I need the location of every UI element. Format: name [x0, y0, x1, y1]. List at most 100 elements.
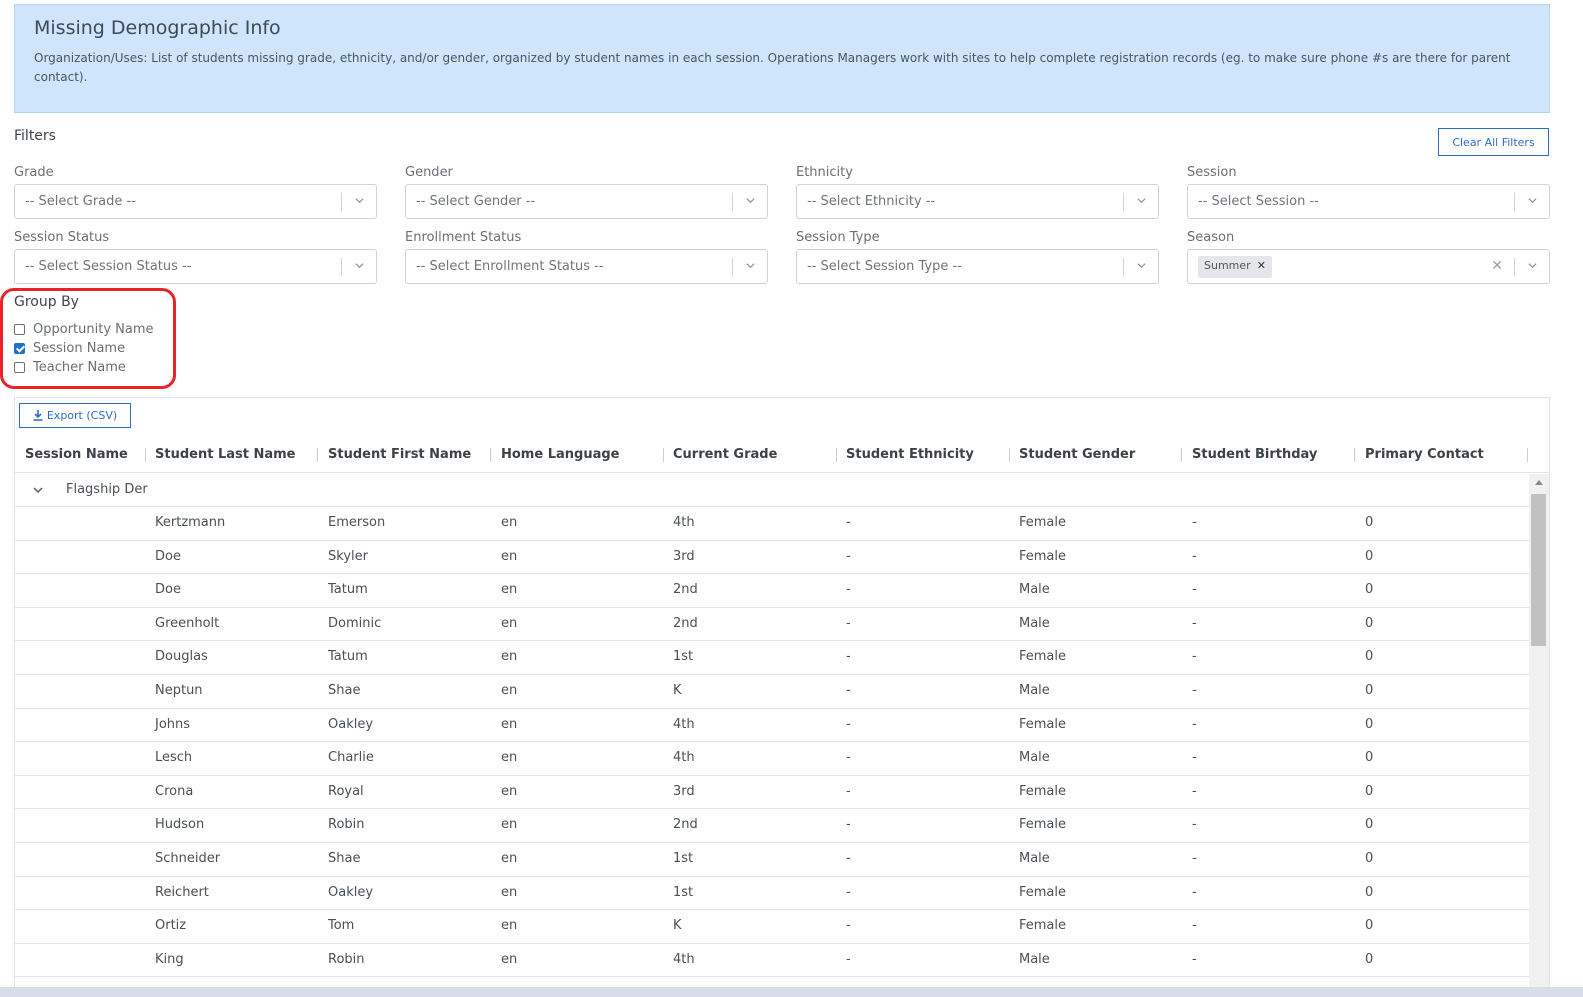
column-header-student-first-name[interactable]: Student First Name — [328, 438, 471, 473]
season-select[interactable]: Summer ✕ ✕ — [1187, 249, 1550, 284]
cell-gender: Female — [1019, 817, 1067, 833]
cell-first-name: Tatum — [328, 649, 368, 665]
grid-rows: Kertzmann Emerson en 4th - Female - 0 Doe Skyler e… — [15, 507, 1529, 978]
column-header-student-birthday[interactable]: Student Birthday — [1192, 438, 1317, 473]
column-separator[interactable] — [1009, 448, 1010, 462]
checkbox[interactable] — [14, 362, 25, 373]
table-row[interactable]: Kertzmann Emerson en 4th - Female - 0 — [15, 507, 1529, 541]
cell-last-name: Ortiz — [155, 918, 187, 934]
cell-primary-contact: 0 — [1365, 649, 1374, 665]
clear-all-filters-button[interactable]: Clear All Filters — [1438, 128, 1549, 156]
table-row[interactable]: King Robin en 4th - Male - 0 — [15, 944, 1529, 978]
table-row[interactable]: Doe Skyler en 3rd - Female - 0 — [15, 541, 1529, 575]
cell-birthday: - — [1192, 615, 1197, 631]
chevron-down-icon[interactable] — [1137, 261, 1146, 270]
cell-last-name: Reichert — [155, 884, 209, 900]
column-separator[interactable] — [1354, 448, 1355, 462]
cell-home-language: en — [501, 817, 518, 833]
cell-first-name: Robin — [328, 817, 365, 833]
table-row[interactable]: Greenholt Dominic en 2nd - Male - 0 — [15, 608, 1529, 642]
cell-birthday: - — [1192, 951, 1197, 967]
group-row[interactable]: Flagship Der — [15, 474, 1529, 507]
cell-gender: Male — [1019, 682, 1050, 698]
season-label: Season — [1187, 230, 1235, 245]
column-header-current-grade[interactable]: Current Grade — [673, 438, 777, 473]
gender-select[interactable]: -- Select Gender -- — [405, 184, 768, 219]
chevron-down-icon[interactable] — [1528, 261, 1537, 270]
chevron-down-icon[interactable] — [746, 196, 755, 205]
remove-chip-icon[interactable]: ✕ — [1257, 259, 1266, 272]
scroll-up-arrow-icon[interactable] — [1535, 480, 1543, 485]
grade-select[interactable]: -- Select Grade -- — [14, 184, 377, 219]
cell-last-name: Lesch — [155, 750, 193, 766]
table-row[interactable]: Reichert Oakley en 1st - Female - 0 — [15, 877, 1529, 911]
grade-label: Grade — [14, 165, 54, 180]
enrollment-status-select[interactable]: -- Select Enrollment Status -- — [405, 249, 768, 284]
session-type-select[interactable]: -- Select Session Type -- — [796, 249, 1159, 284]
session-status-select[interactable]: -- Select Session Status -- — [14, 249, 377, 284]
chevron-down-icon[interactable] — [33, 485, 43, 495]
select-divider — [1514, 258, 1515, 276]
cell-gender: Male — [1019, 582, 1050, 598]
chevron-down-icon[interactable] — [1137, 196, 1146, 205]
column-separator[interactable] — [490, 448, 491, 462]
column-separator[interactable] — [1527, 448, 1528, 462]
column-header-student-ethnicity[interactable]: Student Ethnicity — [846, 438, 974, 473]
table-row[interactable]: Ortiz Tom en K - Female - 0 — [15, 910, 1529, 944]
cell-first-name: Charlie — [328, 750, 374, 766]
column-separator[interactable] — [663, 448, 664, 462]
group-by-opportunity-name[interactable]: Opportunity Name — [14, 322, 154, 337]
ethnicity-select[interactable]: -- Select Ethnicity -- — [796, 184, 1159, 219]
taskbar-strip — [0, 987, 1583, 997]
clear-selection-icon[interactable]: ✕ — [1491, 258, 1503, 274]
chevron-down-icon[interactable] — [355, 261, 364, 270]
checkbox-checked[interactable] — [14, 343, 25, 354]
cell-current-grade: 2nd — [673, 582, 698, 598]
table-row[interactable]: Douglas Tatum en 1st - Female - 0 — [15, 641, 1529, 675]
cell-first-name: Oakley — [328, 884, 374, 900]
column-header-session-name[interactable]: Session Name — [25, 438, 128, 473]
export-csv-button[interactable]: Export (CSV) — [19, 403, 131, 428]
chevron-down-icon[interactable] — [355, 196, 364, 205]
column-header-student-gender[interactable]: Student Gender — [1019, 438, 1135, 473]
table-row[interactable]: Neptun Shae en K - Male - 0 — [15, 675, 1529, 709]
session-type-label: Session Type — [796, 230, 880, 245]
cell-current-grade: 2nd — [673, 817, 698, 833]
cell-first-name: Oakley — [328, 716, 374, 732]
cell-first-name: Skyler — [328, 548, 368, 564]
cell-ethnicity: - — [846, 750, 851, 766]
checkbox[interactable] — [14, 324, 25, 335]
cell-current-grade: 1st — [673, 884, 694, 900]
chevron-down-icon[interactable] — [1528, 196, 1537, 205]
cell-birthday: - — [1192, 918, 1197, 934]
table-row[interactable]: Lesch Charlie en 4th - Male - 0 — [15, 742, 1529, 776]
column-separator[interactable] — [836, 448, 837, 462]
chevron-down-icon[interactable] — [746, 261, 755, 270]
select-divider — [732, 258, 733, 276]
group-by-session-name[interactable]: Session Name — [14, 341, 125, 356]
cell-home-language: en — [501, 783, 518, 799]
table-row[interactable]: Johns Oakley en 4th - Female - 0 — [15, 709, 1529, 743]
group-label: Flagship Der — [66, 482, 148, 497]
vertical-scrollbar[interactable] — [1529, 474, 1549, 987]
cell-first-name: Shae — [328, 850, 361, 866]
column-separator[interactable] — [145, 448, 146, 462]
column-header-student-last-name[interactable]: Student Last Name — [155, 438, 296, 473]
group-by-title: Group By — [14, 294, 79, 310]
table-row[interactable]: Doe Tatum en 2nd - Male - 0 — [15, 574, 1529, 608]
column-separator[interactable] — [1181, 448, 1182, 462]
column-header-home-language[interactable]: Home Language — [501, 438, 619, 473]
table-row[interactable]: Crona Royal en 3rd - Female - 0 — [15, 776, 1529, 810]
table-row[interactable]: Hudson Robin en 2nd - Female - 0 — [15, 809, 1529, 843]
cell-birthday: - — [1192, 750, 1197, 766]
enrollment-status-label: Enrollment Status — [405, 230, 522, 245]
scrollbar-thumb[interactable] — [1531, 494, 1546, 646]
session-select[interactable]: -- Select Session -- — [1187, 184, 1550, 219]
table-row[interactable]: Schneider Shae en 1st - Male - 0 — [15, 843, 1529, 877]
column-header-primary-contact[interactable]: Primary Contact — [1365, 438, 1484, 473]
cell-gender: Male — [1019, 850, 1050, 866]
cell-last-name: Kertzmann — [155, 515, 226, 530]
group-by-teacher-name[interactable]: Teacher Name — [14, 360, 126, 375]
column-separator[interactable] — [317, 448, 318, 462]
cell-home-language: en — [501, 615, 518, 631]
